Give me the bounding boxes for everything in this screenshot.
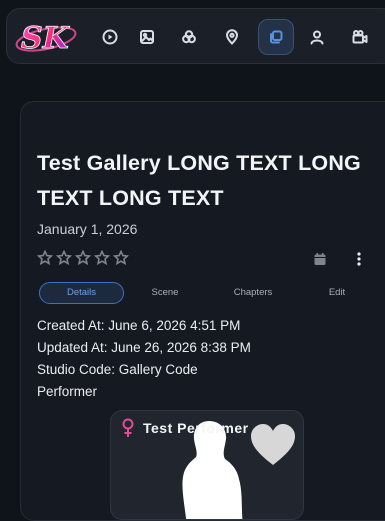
tab-chapters[interactable]: Chapters [223,282,283,304]
heart-icon[interactable] [249,423,297,467]
gallery-date: January 1, 2026 [37,221,138,237]
star-icon[interactable] [74,249,92,266]
nav-studios-button[interactable] [342,19,378,55]
tab-details[interactable]: Details [39,282,124,304]
star-icon[interactable] [36,249,54,266]
nav-performers-button[interactable] [299,19,335,55]
logo-text: SK [21,21,71,56]
brand-logo[interactable]: SK [13,15,83,59]
person-icon [310,30,324,45]
nav-groups-button[interactable] [171,19,207,55]
performer-heading: Performer [37,384,98,399]
updated-at-text: Updated At: June 26, 2026 8:38 PM [37,340,251,355]
calendar-icon[interactable] [313,252,327,266]
created-at-text: Created At: June 6, 2026 4:51 PM [37,318,241,333]
performer-name[interactable]: Test Performer [143,420,249,436]
location-pin-icon [226,29,238,45]
rating-stars[interactable] [36,249,130,266]
female-icon [121,418,135,438]
star-icon[interactable] [55,249,73,266]
top-nav-bar: SK [6,8,385,64]
star-icon[interactable] [93,249,111,266]
detail-tabs: Details Scene Chapters Edit [37,282,385,306]
nav-locations-button[interactable] [214,19,250,55]
groups-icon [182,30,196,44]
studio-camera-icon [352,30,368,44]
studio-code-text: Studio Code: Gallery Code [37,362,198,377]
nav-galleries-button[interactable] [258,19,294,55]
image-icon [140,30,154,44]
star-icon[interactable] [112,249,130,266]
nav-images-button[interactable] [129,19,165,55]
more-options-icon[interactable] [352,250,366,268]
tab-scene[interactable]: Scene [137,282,193,304]
galleries-icon [270,30,283,44]
performer-card[interactable]: Test Performer [110,410,304,520]
play-circle-icon [102,29,118,45]
gallery-title: Test Gallery LONG TEXT LONG TEXT LONG TE… [37,151,361,210]
nav-scenes-button[interactable] [92,19,128,55]
tab-edit[interactable]: Edit [317,282,357,304]
